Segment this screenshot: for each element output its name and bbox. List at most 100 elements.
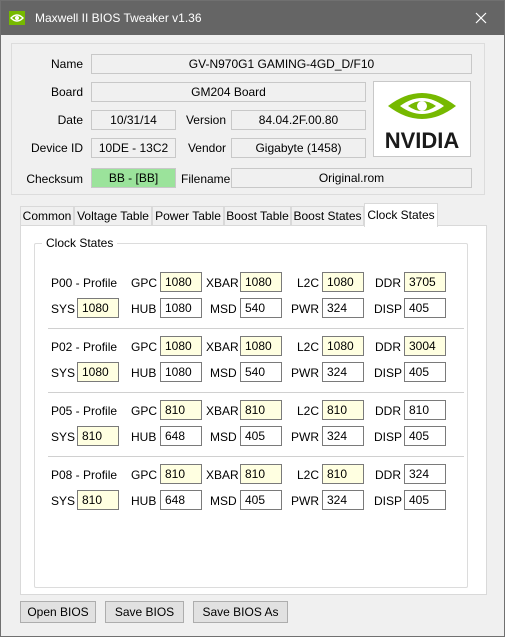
tab-power-table[interactable]: Power Table: [152, 206, 224, 226]
nvidia-logo: NVIDIA: [373, 81, 471, 157]
sys-input[interactable]: 1080: [77, 362, 119, 382]
checksum-field: BB - [BB]: [91, 168, 176, 188]
l2c-label: L2C: [297, 404, 320, 418]
ddr-input[interactable]: 3004: [404, 336, 446, 356]
disp-input[interactable]: 405: [404, 426, 446, 446]
sys-label: SYS: [51, 430, 76, 444]
profile-name: P05 - Profile: [51, 404, 118, 418]
tab-clock-states[interactable]: Clock States: [364, 203, 438, 227]
sys-input[interactable]: 810: [77, 490, 119, 510]
hub-label: HUB: [131, 366, 157, 380]
version-label: Version: [185, 113, 226, 127]
save-bios-button[interactable]: Save BIOS: [105, 601, 184, 623]
window-title: Maxwell II BIOS Tweaker v1.36: [35, 11, 202, 25]
disp-label: DISP: [374, 302, 403, 316]
gpc-label: GPC: [131, 404, 158, 418]
board-field: GM204 Board: [91, 82, 366, 102]
disp-input[interactable]: 405: [404, 490, 446, 510]
sys-label: SYS: [51, 366, 76, 380]
nvidia-eye-icon: [9, 11, 25, 25]
gpc-label: GPC: [131, 468, 158, 482]
version-field: 84.04.2F.00.80: [231, 110, 366, 130]
xbar-label: XBAR: [206, 276, 239, 290]
gpc-input[interactable]: 810: [160, 464, 202, 484]
profile-name: P00 - Profile: [51, 276, 118, 290]
xbar-input[interactable]: 1080: [240, 336, 282, 356]
vendor-field: Gigabyte (1458): [231, 138, 366, 158]
pwr-input[interactable]: 324: [322, 298, 364, 318]
xbar-input[interactable]: 810: [240, 400, 282, 420]
xbar-label: XBAR: [206, 468, 239, 482]
close-icon: [475, 12, 487, 24]
disp-input[interactable]: 405: [404, 298, 446, 318]
profile-separator: [48, 392, 464, 393]
profile-name: P02 - Profile: [51, 340, 118, 354]
pwr-input[interactable]: 324: [322, 362, 364, 382]
clock-states-group-title: Clock States: [42, 236, 118, 250]
hub-input[interactable]: 1080: [160, 298, 202, 318]
board-label: Board: [50, 85, 83, 99]
ddr-label: DDR: [375, 276, 401, 290]
msd-label: MSD: [210, 366, 237, 380]
ddr-input[interactable]: 324: [404, 464, 446, 484]
l2c-label: L2C: [297, 468, 320, 482]
disp-label: DISP: [374, 494, 403, 508]
ddr-input[interactable]: 810: [404, 400, 446, 420]
msd-input[interactable]: 405: [240, 426, 282, 446]
xbar-input[interactable]: 810: [240, 464, 282, 484]
date-field: 10/31/14: [91, 110, 176, 130]
pwr-label: PWR: [291, 430, 319, 444]
gpc-input[interactable]: 810: [160, 400, 202, 420]
sys-label: SYS: [51, 494, 76, 508]
pwr-input[interactable]: 324: [322, 426, 364, 446]
name-label: Name: [50, 57, 83, 71]
l2c-input[interactable]: 1080: [322, 336, 364, 356]
ddr-label: DDR: [375, 340, 401, 354]
tab-boost-table[interactable]: Boost Table: [224, 206, 291, 226]
profile-separator: [48, 328, 464, 329]
tab-voltage-table[interactable]: Voltage Table: [74, 206, 152, 226]
hub-input[interactable]: 648: [160, 426, 202, 446]
xbar-input[interactable]: 1080: [240, 272, 282, 292]
bios-tweaker-window: Maxwell II BIOS Tweaker v1.36 Name GV-N9…: [0, 0, 505, 637]
gpc-label: GPC: [131, 340, 158, 354]
sys-label: SYS: [51, 302, 76, 316]
ddr-label: DDR: [375, 404, 401, 418]
msd-label: MSD: [210, 430, 237, 444]
l2c-input[interactable]: 810: [322, 400, 364, 420]
filename-field: Original.rom: [231, 168, 472, 188]
tab-common[interactable]: Common: [20, 206, 74, 226]
disp-label: DISP: [374, 366, 403, 380]
disp-input[interactable]: 405: [404, 362, 446, 382]
checksum-label: Checksum: [26, 172, 83, 186]
filename-label: Filename: [181, 172, 231, 186]
vendor-label: Vendor: [187, 141, 226, 155]
ddr-input[interactable]: 3705: [404, 272, 446, 292]
msd-input[interactable]: 540: [240, 362, 282, 382]
device-id-field: 10DE - 13C2: [91, 138, 176, 158]
gpc-input[interactable]: 1080: [160, 336, 202, 356]
profile-separator: [48, 456, 464, 457]
l2c-label: L2C: [297, 276, 320, 290]
sys-input[interactable]: 810: [77, 426, 119, 446]
hub-input[interactable]: 648: [160, 490, 202, 510]
svg-text:NVIDIA: NVIDIA: [385, 128, 460, 153]
msd-input[interactable]: 540: [240, 298, 282, 318]
pwr-label: PWR: [291, 302, 319, 316]
save-bios-as-button[interactable]: Save BIOS As: [193, 601, 288, 623]
gpc-input[interactable]: 1080: [160, 272, 202, 292]
xbar-label: XBAR: [206, 404, 239, 418]
sys-input[interactable]: 1080: [77, 298, 119, 318]
close-button[interactable]: [458, 1, 504, 35]
l2c-input[interactable]: 810: [322, 464, 364, 484]
hub-input[interactable]: 1080: [160, 362, 202, 382]
title-bar[interactable]: Maxwell II BIOS Tweaker v1.36: [1, 1, 504, 35]
xbar-label: XBAR: [206, 340, 239, 354]
msd-input[interactable]: 405: [240, 490, 282, 510]
tab-boost-states[interactable]: Boost States: [291, 206, 364, 226]
l2c-input[interactable]: 1080: [322, 272, 364, 292]
pwr-input[interactable]: 324: [322, 490, 364, 510]
hub-label: HUB: [131, 302, 157, 316]
device-id-label: Device ID: [31, 141, 84, 155]
open-bios-button[interactable]: Open BIOS: [20, 601, 96, 623]
